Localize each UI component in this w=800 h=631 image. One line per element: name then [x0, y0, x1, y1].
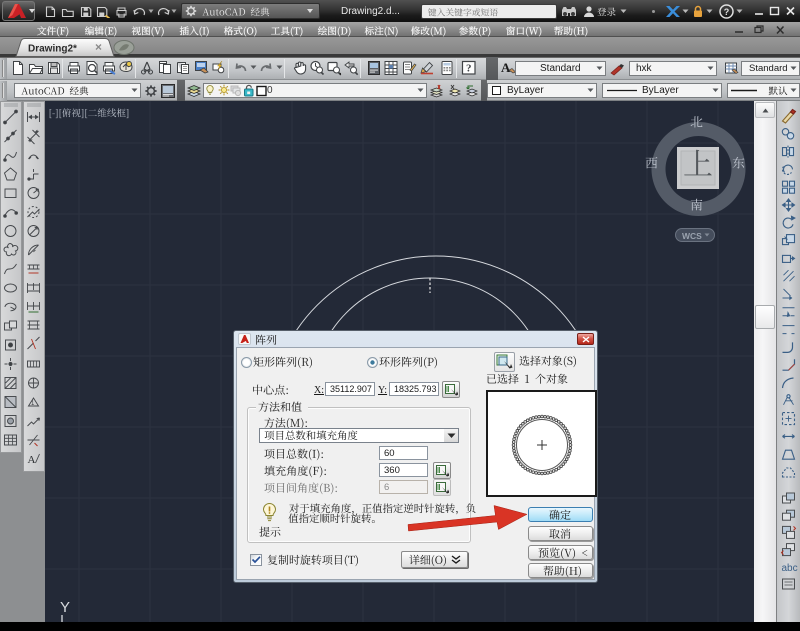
svg-text:A: A — [28, 454, 36, 466]
svg-text:?: ? — [466, 63, 472, 75]
svg-text:A: A — [501, 60, 511, 75]
svg-text:Drawing2*: Drawing2* — [28, 44, 77, 55]
svg-text:Y: Y — [60, 599, 70, 616]
svg-text:abc: abc — [782, 563, 798, 574]
svg-text:?: ? — [724, 7, 730, 17]
